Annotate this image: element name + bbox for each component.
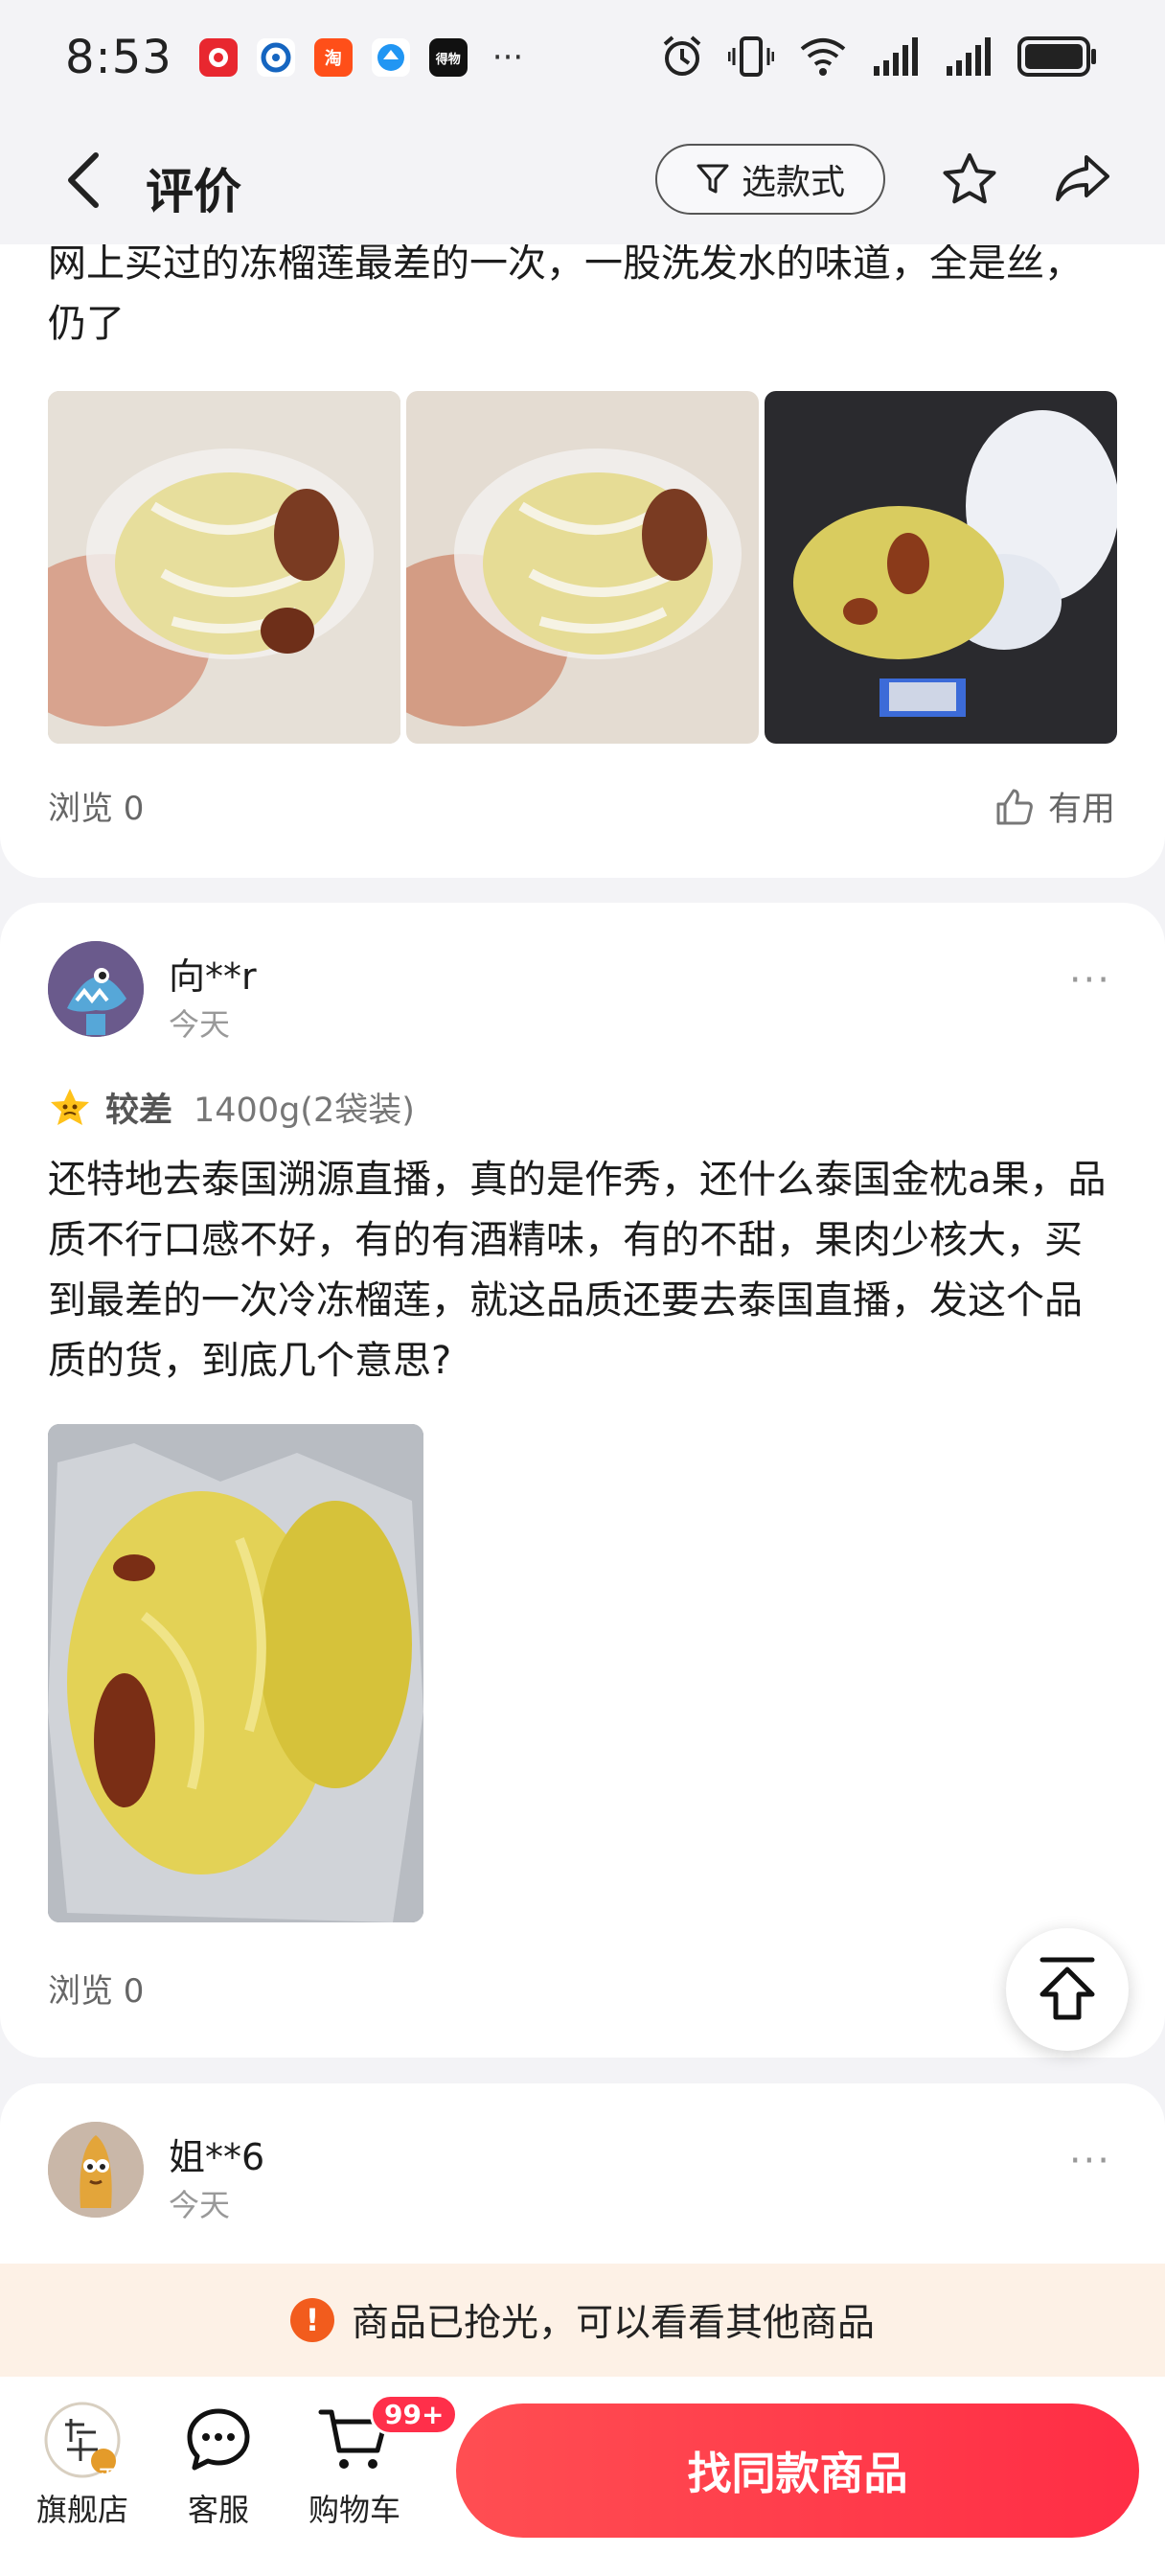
store-badge: 正 [99, 2467, 116, 2487]
view-count: 浏览 0 [48, 790, 145, 828]
flagship-store-button[interactable]: 正 旗舰店 [25, 2400, 140, 2530]
cart-count-badge: 99+ [370, 2394, 459, 2435]
useful-button[interactable]: 有用 [994, 782, 1115, 831]
more-options-button[interactable]: ··· [1069, 958, 1111, 1002]
review-card-2: 向**r 今天 ··· 较差 1400g(2袋装) 还特地去泰国溯源直播，真的是… [0, 903, 1165, 2058]
bottom-action-bar: 正 旗舰店 客服 购物车 99+ 找同款商品 [0, 2377, 1165, 2576]
favorite-button[interactable] [941, 151, 998, 211]
status-bar: 8:53 淘 得物 ··· [0, 0, 1165, 115]
view-count: 浏览 0 [48, 1972, 145, 2011]
review-date: 今天 [169, 1006, 231, 1043]
share-button[interactable] [1054, 151, 1111, 209]
warning-icon: ! [289, 2298, 334, 2342]
review-text: 还特地去泰国溯源直播，真的是作秀，还什么泰国金枕a果，品质不行口感不好，有的有酒… [48, 1158, 1107, 1383]
signal-icon-2 [947, 37, 991, 76]
filter-style-button[interactable]: 选款式 [655, 144, 885, 215]
share-icon [1056, 155, 1109, 201]
review-date: 今天 [169, 2187, 231, 2223]
review-text: 网上买过的冻榴莲最差的一次，一股洗发水的味道，全是丝，仍了 [48, 242, 1083, 346]
sold-out-text: 商品已抢光，可以看看其他商品 [351, 2302, 875, 2345]
header-bar: 评价 选款式 [0, 115, 1165, 244]
notification-icons: 淘 得物 ··· [198, 38, 524, 77]
review-photo-2[interactable] [406, 391, 759, 744]
star-outline-icon [943, 153, 996, 204]
more-options-button[interactable]: ··· [1069, 2139, 1111, 2183]
alarm-icon [663, 35, 701, 76]
vibrate-icon [728, 36, 774, 77]
review-card-1: 网上买过的冻榴莲最差的一次，一股洗发水的味道，全是丝，仍了 浏览 0 有用 [0, 192, 1165, 878]
more-notifications-icon: ··· [491, 38, 524, 77]
service-label: 客服 [187, 2492, 249, 2528]
reviewer-name: 向**r [169, 955, 257, 998]
product-spec: 1400g(2袋装) [194, 1092, 415, 1130]
filter-icon [697, 164, 729, 194]
avatar[interactable] [48, 2122, 144, 2218]
cart-label: 购物车 [308, 2492, 400, 2528]
thumbs-up-icon [996, 789, 1033, 824]
dewu-app-icon: 得物 [428, 38, 468, 77]
review-photo-3[interactable] [765, 391, 1117, 744]
scroll-to-top-button[interactable] [1006, 1928, 1129, 2051]
review-photo-4[interactable] [48, 1424, 423, 1922]
system-icons [661, 34, 1098, 79]
browser-app-icon [371, 38, 410, 77]
chat-bubble-icon [187, 2408, 250, 2471]
battery-icon [1017, 36, 1096, 77]
page-title: 评价 [146, 164, 241, 219]
customer-service-button[interactable]: 客服 [161, 2400, 276, 2530]
find-similar-button[interactable]: 找同款商品 [456, 2404, 1139, 2538]
useful-label: 有用 [1047, 791, 1115, 829]
taobao-app-icon: 淘 [313, 38, 353, 77]
reviewer-name: 姐**6 [169, 2136, 265, 2178]
filter-style-label: 选款式 [741, 163, 845, 202]
back-button[interactable] [59, 151, 107, 209]
wifi-icon [800, 38, 846, 76]
rating-face-icon [51, 1088, 89, 1125]
status-time: 8:53 [65, 31, 172, 84]
store-label: 旗舰店 [35, 2492, 128, 2528]
review-photo-1[interactable] [48, 391, 400, 744]
avatar[interactable] [48, 941, 144, 1037]
rating-row: 较差 1400g(2袋装) [48, 1083, 415, 1132]
baidu-app-icon [256, 38, 295, 77]
jd-app-icon [198, 38, 238, 77]
rating-label: 较差 [105, 1092, 173, 1130]
signal-icon-1 [874, 37, 918, 76]
chevron-left-icon [68, 152, 99, 208]
arrow-up-icon [1039, 1957, 1095, 2020]
sold-out-banner: ! 商品已抢光，可以看看其他商品 [0, 2264, 1165, 2377]
